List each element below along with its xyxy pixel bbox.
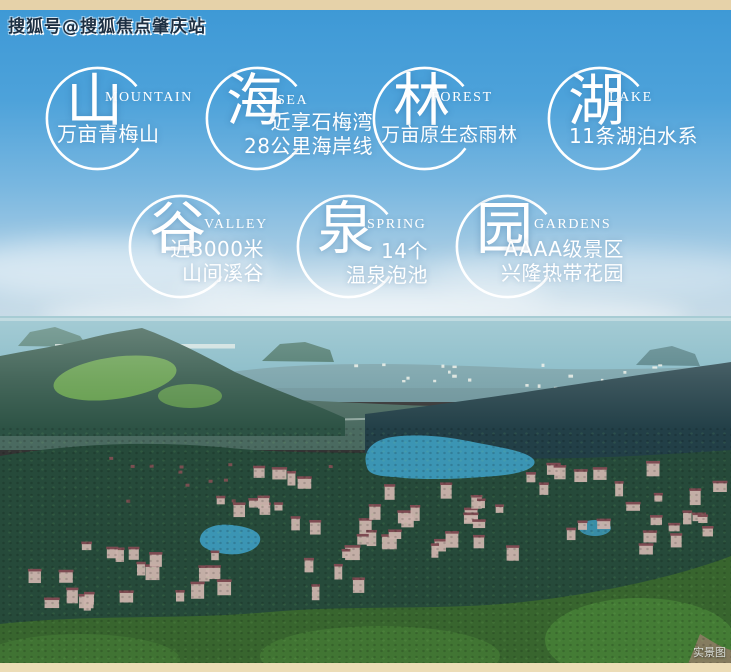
- badge-english-label: GARDENS: [534, 217, 611, 233]
- badge-description: 11条湖泊水系: [569, 125, 698, 149]
- badge-description-line: 兴隆热带花园: [472, 262, 624, 286]
- badge-description-line: AAAA级景区: [472, 238, 624, 262]
- badge-description: 万亩青梅山: [57, 123, 160, 147]
- feature-badge-gardens: 园 GARDENS AAAA级景区 兴隆热带花园: [455, 194, 650, 312]
- badge-english-label: LAKE: [609, 90, 653, 106]
- feature-badge-sea: 海 SEA 近享石梅湾 28公里海岸线: [205, 66, 400, 184]
- badge-description-line: 温泉泡池: [312, 264, 428, 288]
- feature-badge-forest: 林 FOREST 万亩原生态雨林: [372, 66, 567, 184]
- badge-description-line: 山间溪谷: [134, 262, 264, 286]
- sea-horizon-line: [0, 316, 731, 321]
- sohu-account-watermark: 搜狐号@搜狐焦点肇庆站: [8, 12, 206, 37]
- badge-description-line: 11条湖泊水系: [569, 125, 698, 149]
- badge-english-label: VALLEY: [204, 217, 268, 233]
- badge-description: 万亩原生态雨林: [381, 124, 518, 146]
- feature-badge-lake: 湖 LAKE 11条湖泊水系: [547, 66, 731, 184]
- badge-description: AAAA级景区 兴隆热带花园: [472, 238, 624, 285]
- badge-description-line: 近3000米: [134, 238, 264, 262]
- badge-description: 14个 温泉泡池: [312, 240, 428, 287]
- top-border-strip: [0, 0, 731, 10]
- badge-english-label: FOREST: [431, 90, 493, 106]
- badge-description-line: 近享石梅湾: [220, 111, 373, 135]
- badge-description-line: 14个: [312, 240, 428, 264]
- badge-description-line: 万亩青梅山: [57, 123, 160, 147]
- badge-description: 近享石梅湾 28公里海岸线: [220, 111, 373, 158]
- real-scene-watermark: 实景图: [693, 644, 726, 660]
- bottom-border-strip: [0, 663, 731, 672]
- promo-image: 山 MOUNTAIN 万亩青梅山 海 SEA 近享石梅湾 28公里海岸线 林 F…: [0, 0, 731, 672]
- sunlit-slope-small: [158, 384, 222, 408]
- feature-badge-valley: 谷 VALLEY 近3000米 山间溪谷: [128, 194, 323, 312]
- badge-english-label: SEA: [277, 93, 308, 109]
- badge-description-line: 万亩原生态雨林: [381, 124, 518, 146]
- badge-english-label: SPRING: [367, 217, 426, 233]
- badge-description-line: 28公里海岸线: [220, 135, 373, 159]
- badge-description: 近3000米 山间溪谷: [134, 238, 264, 285]
- badge-english-label: MOUNTAIN: [105, 90, 193, 106]
